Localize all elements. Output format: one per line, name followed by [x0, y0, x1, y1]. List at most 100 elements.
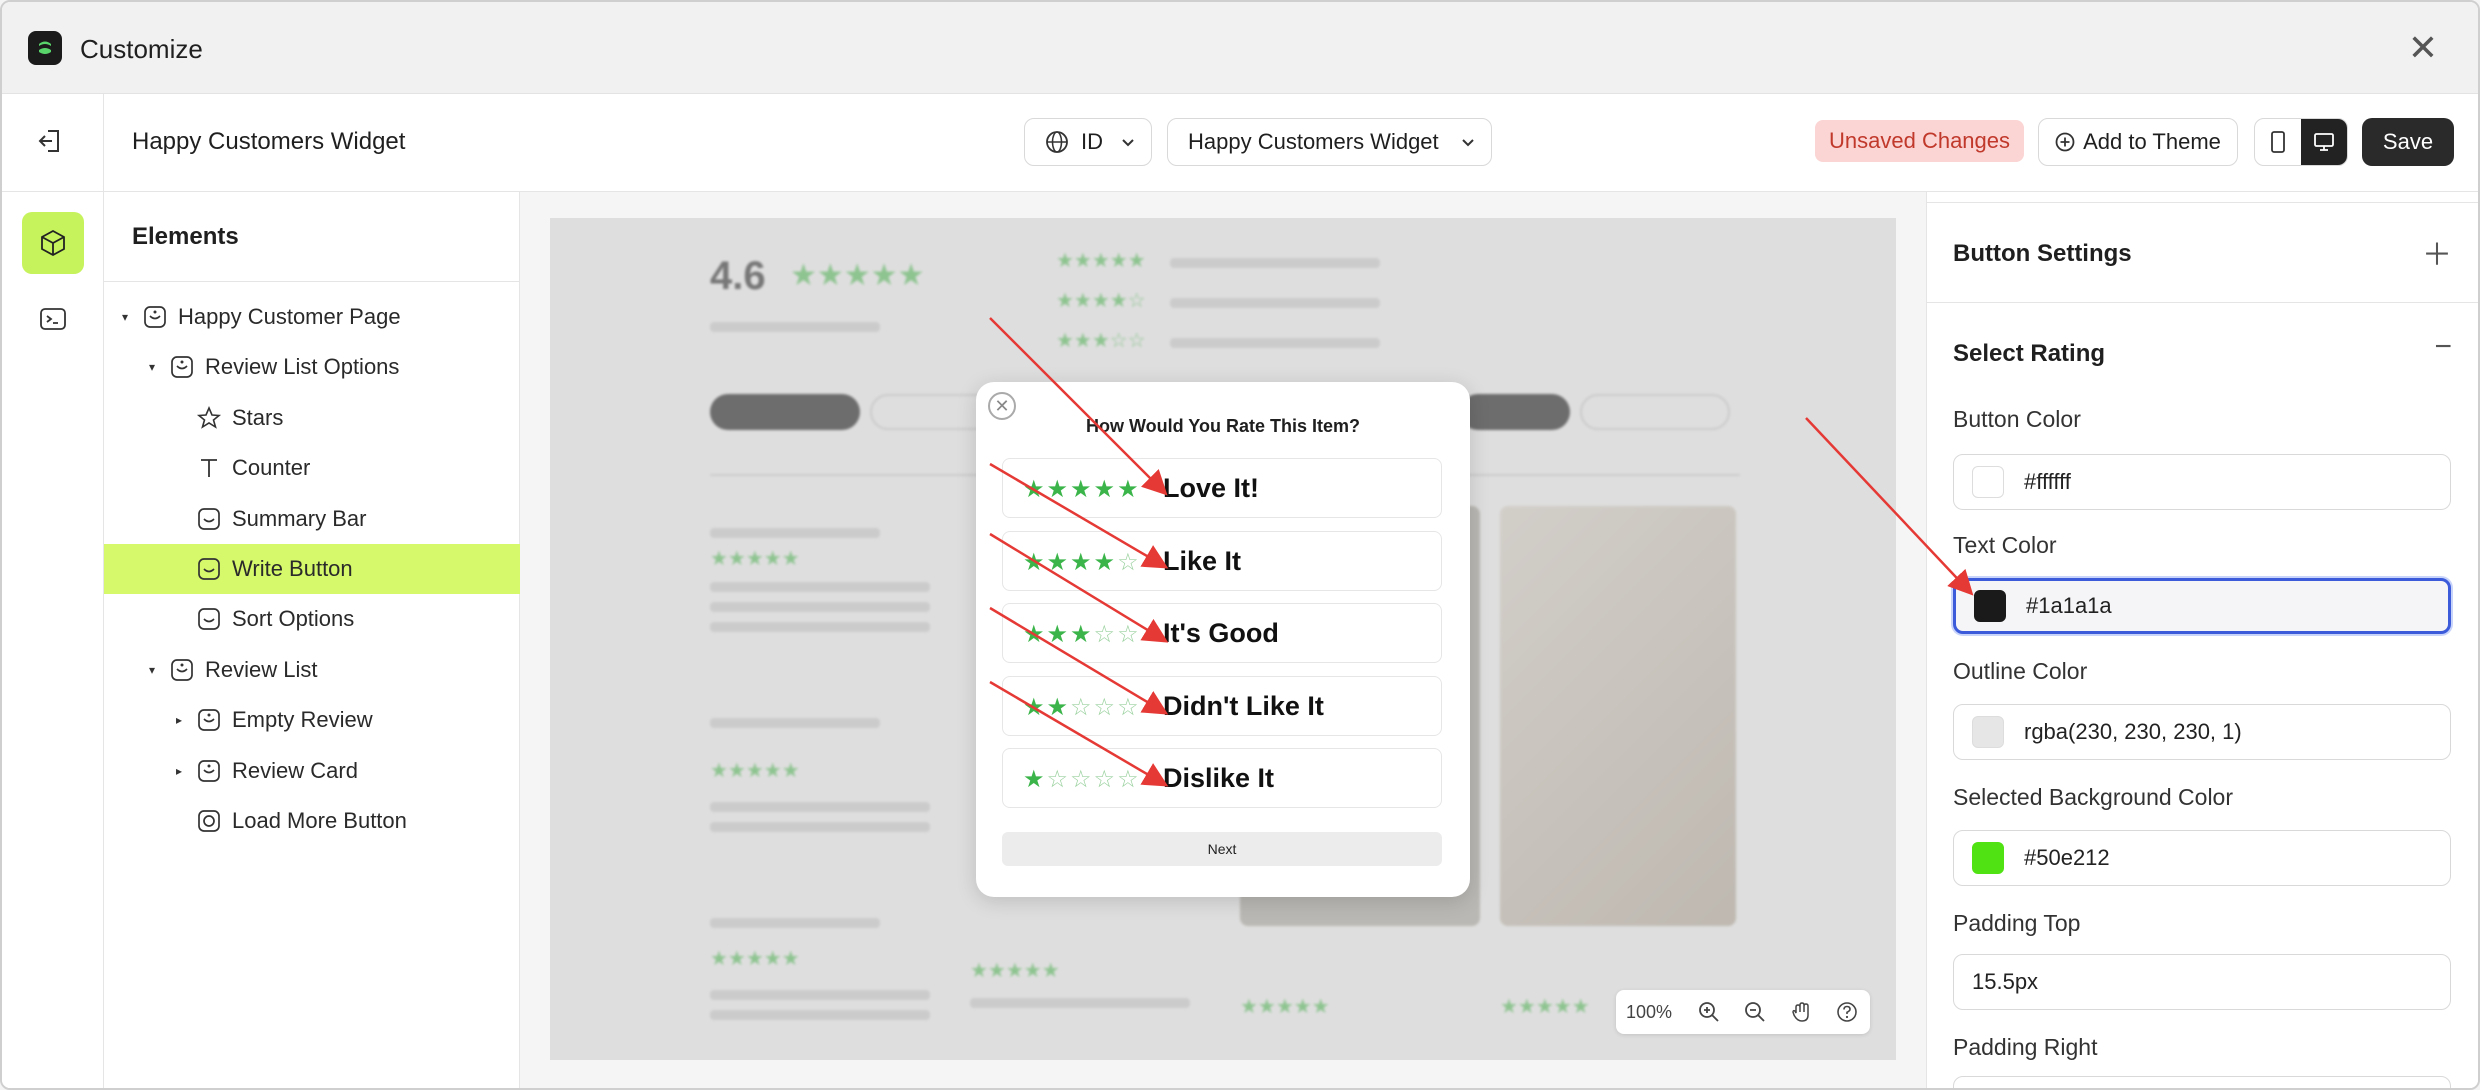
rating-stars: ★★★★☆	[1023, 548, 1141, 576]
mobile-view-button[interactable]	[2255, 119, 2301, 165]
button-color-swatch[interactable]	[1972, 466, 2004, 498]
tree-item-label: Write Button	[232, 556, 353, 581]
caret-down-icon[interactable]: ▾	[122, 310, 128, 324]
rating-stars: ★★★★★	[1023, 476, 1141, 503]
page-select-value: Happy Customers Widget	[1188, 129, 1439, 154]
rating-option[interactable]: ★★★★★ Love It!	[1002, 458, 1442, 518]
add-to-theme-label: Add to Theme	[2083, 129, 2221, 154]
save-button[interactable]: Save	[2362, 118, 2454, 166]
zoom-in-icon[interactable]	[1692, 995, 1726, 1029]
terminal-icon	[40, 308, 66, 330]
rating-option[interactable]: ★☆☆☆☆ Dislike It	[1002, 748, 1442, 808]
button-icon	[196, 808, 222, 834]
placeholder-pill	[1460, 394, 1570, 430]
outline-color-swatch[interactable]	[1972, 716, 2004, 748]
caret-right-icon[interactable]: ▸	[176, 764, 182, 778]
language-value: ID	[1081, 129, 1103, 154]
button-color-field[interactable]: #ffffff	[1953, 454, 2451, 510]
page-select[interactable]: Happy Customers Widget	[1167, 118, 1492, 166]
rating-option[interactable]: ★★★☆☆ It's Good	[1002, 603, 1442, 663]
select-rating-heading[interactable]: Select Rating	[1953, 340, 2105, 368]
rating-option-label: Love It!	[1163, 473, 1260, 503]
placeholder-line	[710, 322, 880, 332]
selected-bg-field[interactable]: #50e212	[1953, 830, 2451, 886]
zoom-out-icon[interactable]	[1738, 995, 1772, 1029]
window-title: Customize	[80, 34, 203, 64]
tree-item-review-card[interactable]: ▸ Review Card	[104, 746, 520, 796]
tree-item-happy-customer-page[interactable]: ▾ Happy Customer Page	[104, 292, 520, 342]
section-icon	[196, 707, 222, 733]
bar-stars: ★★★☆☆	[1056, 330, 1146, 352]
tree-item-label: Empty Review	[232, 707, 373, 733]
tree-item-counter[interactable]: Counter	[104, 443, 520, 493]
collapse-minus-icon[interactable]: −	[2434, 330, 2452, 364]
rating-option-label: Didn't Like It	[1163, 690, 1324, 721]
add-to-theme-button[interactable]: Add to Theme	[2038, 118, 2238, 166]
block-icon	[196, 506, 222, 532]
tree-item-label: Summary Bar	[232, 505, 367, 531]
customize-window: Customize ✕ Happy Customers Widget ID Ha…	[0, 0, 2480, 1090]
padding-top-input[interactable]: 15.5px	[1953, 954, 2451, 1010]
code-tab[interactable]	[22, 288, 84, 350]
tree-item-review-list[interactable]: ▾ Review List	[104, 645, 520, 695]
tree-item-label: Load More Button	[232, 808, 407, 833]
zoom-level: 100%	[1626, 1001, 1673, 1022]
selected-bg-swatch[interactable]	[1972, 842, 2004, 874]
chevron-down-icon	[1462, 139, 1474, 147]
bar-stars: ★★★★☆	[1056, 290, 1146, 312]
tree-item-label: Sort Options	[232, 606, 355, 632]
rating-option[interactable]: ★★★★☆ Like It	[1002, 530, 1442, 591]
review-stars: ★★★★★	[1500, 996, 1590, 1018]
desktop-icon	[2314, 133, 2334, 151]
text-icon	[196, 455, 222, 481]
tree-item-write-button[interactable]: Write Button	[104, 544, 520, 594]
text-color-field[interactable]: #1a1a1a	[1953, 578, 2451, 634]
placeholder-line	[710, 1010, 930, 1020]
language-select[interactable]: ID	[1024, 118, 1152, 166]
next-button[interactable]: Next	[1002, 832, 1442, 866]
tree-item-empty-review[interactable]: ▸ Empty Review	[104, 695, 520, 745]
rating-stars: ★☆☆☆☆	[1023, 766, 1141, 793]
section-icon	[169, 657, 195, 683]
expand-plus-icon[interactable]: ＋	[2422, 230, 2452, 274]
tree-item-sort-options[interactable]: Sort Options	[104, 594, 520, 644]
section-icon	[169, 354, 195, 380]
desktop-view-button[interactable]	[2301, 119, 2347, 165]
exit-icon[interactable]	[36, 126, 66, 156]
hand-icon[interactable]	[1784, 995, 1818, 1029]
cube-icon	[41, 229, 65, 257]
placeholder-line	[710, 822, 930, 832]
padding-top-value: 15.5px	[1972, 969, 2039, 994]
tree-item-review-list-options[interactable]: ▾ Review List Options	[104, 342, 520, 392]
elements-tab[interactable]	[22, 212, 84, 274]
selected-bg-value: #50e212	[2024, 845, 2110, 870]
tree-item-summary-bar[interactable]: Summary Bar	[104, 494, 520, 544]
rating-option[interactable]: ★★☆☆☆ Didn't Like It	[1002, 675, 1442, 736]
tree-item-stars[interactable]: Stars	[104, 393, 520, 443]
globe-icon	[1046, 131, 1068, 153]
caret-right-icon[interactable]: ▸	[176, 713, 182, 727]
help-icon[interactable]	[1830, 995, 1864, 1029]
placeholder-line	[710, 622, 930, 632]
elements-heading: Elements	[104, 192, 519, 282]
padding-right-label: Padding Right	[1953, 1034, 2098, 1060]
review-stars: ★★★★★	[970, 960, 1060, 982]
button-settings-heading[interactable]: Button Settings	[1953, 240, 2132, 268]
section-icon	[196, 758, 222, 784]
tree-item-load-more-button[interactable]: Load More Button	[104, 796, 520, 846]
padding-right-input[interactable]	[1953, 1076, 2451, 1088]
placeholder-line	[710, 602, 930, 612]
text-color-swatch[interactable]	[1974, 590, 2006, 622]
caret-down-icon[interactable]: ▾	[149, 360, 155, 374]
outline-color-field[interactable]: rgba(230, 230, 230, 1)	[1953, 704, 2451, 760]
mobile-icon	[2271, 131, 2285, 153]
close-icon[interactable]: ✕	[2408, 28, 2438, 68]
review-stars: ★★★★★	[710, 760, 800, 782]
bar-stars: ★★★★★	[1056, 250, 1146, 272]
rating-option-label: Like It	[1163, 545, 1242, 576]
divider	[1927, 202, 2478, 203]
text-color-label: Text Color	[1953, 532, 2057, 558]
top-toolbar: Happy Customers Widget ID Happy Customer…	[2, 94, 2478, 192]
caret-down-icon[interactable]: ▾	[149, 663, 155, 677]
placeholder-line	[1170, 258, 1380, 268]
